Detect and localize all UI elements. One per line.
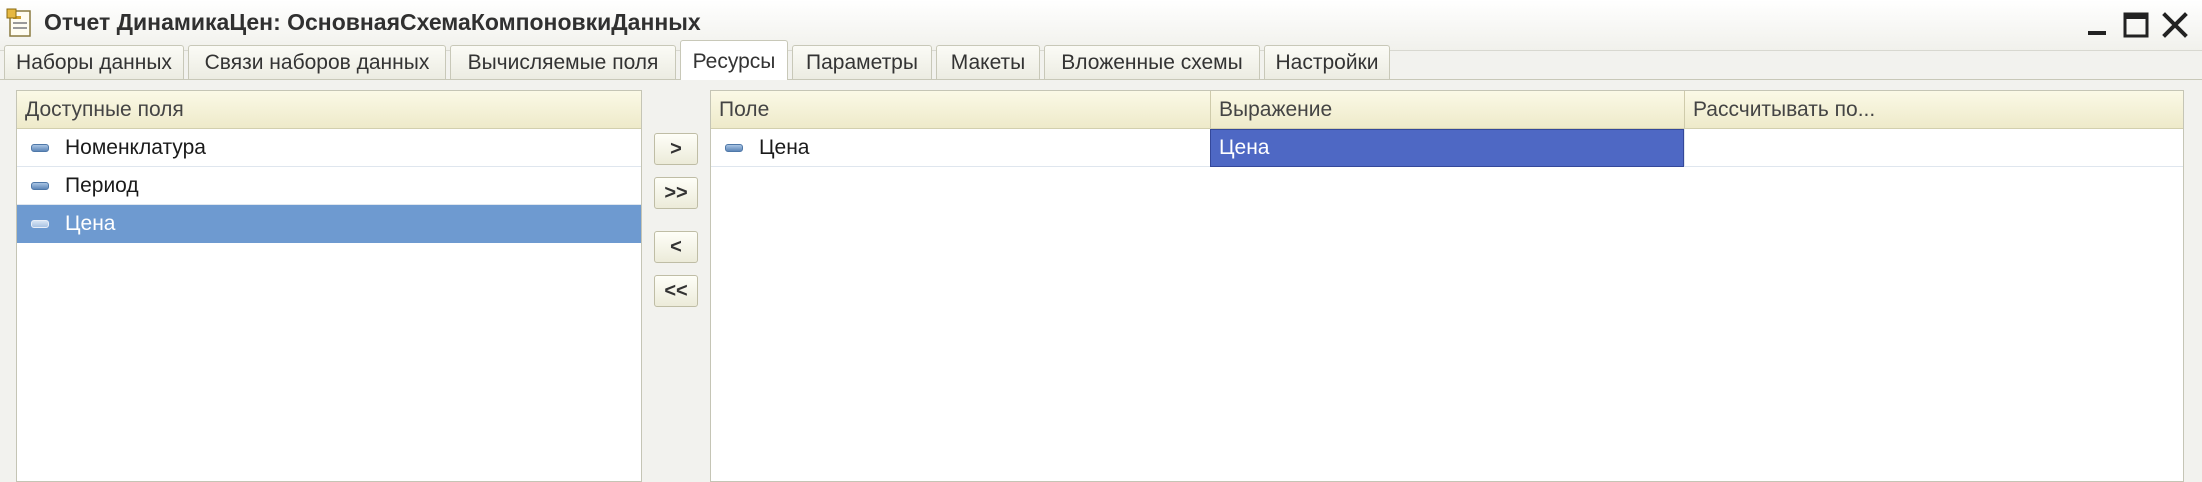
available-field-label: Цена: [65, 212, 116, 235]
field-icon: [31, 182, 49, 190]
resource-field-cell: Цена: [759, 136, 810, 159]
column-header-calc-by[interactable]: Рассчитывать по...: [1684, 91, 2183, 129]
tab-calculated-fields[interactable]: Вычисляемые поля: [450, 45, 676, 79]
tab-nested-schemas[interactable]: Вложенные схемы: [1044, 45, 1260, 79]
available-field-item[interactable]: Период: [17, 167, 641, 205]
available-field-item-selected[interactable]: Цена: [17, 205, 641, 243]
tab-divider: [0, 79, 2202, 80]
available-field-label: Номенклатура: [65, 136, 206, 159]
field-icon: [725, 144, 743, 152]
resource-expression-cell[interactable]: Цена: [1210, 129, 1684, 167]
column-header-expression[interactable]: Выражение: [1210, 91, 1684, 129]
window-title: Отчет ДинамикаЦен: ОсновнаяСхемаКомпонов…: [44, 9, 701, 35]
move-all-left-button[interactable]: <<: [654, 275, 698, 307]
resource-calc-by-cell[interactable]: [1684, 129, 2183, 167]
available-fields-header: Доступные поля: [17, 91, 641, 129]
move-right-button[interactable]: >: [654, 133, 698, 165]
tab-data-set-links[interactable]: Связи наборов данных: [188, 45, 446, 79]
minimize-icon[interactable]: [2081, 8, 2115, 42]
field-icon: [31, 220, 49, 228]
field-icon: [31, 144, 49, 152]
tab-data-sets[interactable]: Наборы данных: [4, 45, 184, 79]
available-field-item[interactable]: Номенклатура: [17, 129, 641, 167]
resources-table[interactable]: Поле Выражение Рассчитывать по... Цена Ц…: [710, 90, 2184, 482]
move-left-button[interactable]: <: [654, 231, 698, 263]
move-all-right-button[interactable]: >>: [654, 177, 698, 209]
close-icon[interactable]: [2158, 8, 2192, 42]
tab-strip: Наборы данных Связи наборов данных Вычис…: [0, 40, 2202, 82]
tab-templates[interactable]: Макеты: [936, 45, 1040, 79]
report-icon: [6, 8, 31, 37]
tab-settings[interactable]: Настройки: [1264, 45, 1390, 79]
available-fields-panel[interactable]: Доступные поля Номенклатура Период Цена: [16, 90, 642, 482]
column-header-field[interactable]: Поле: [711, 91, 1210, 129]
available-field-label: Период: [65, 174, 139, 197]
maximize-icon[interactable]: [2119, 8, 2153, 42]
tab-resources[interactable]: Ресурсы: [680, 40, 788, 80]
tab-parameters[interactable]: Параметры: [792, 45, 932, 79]
